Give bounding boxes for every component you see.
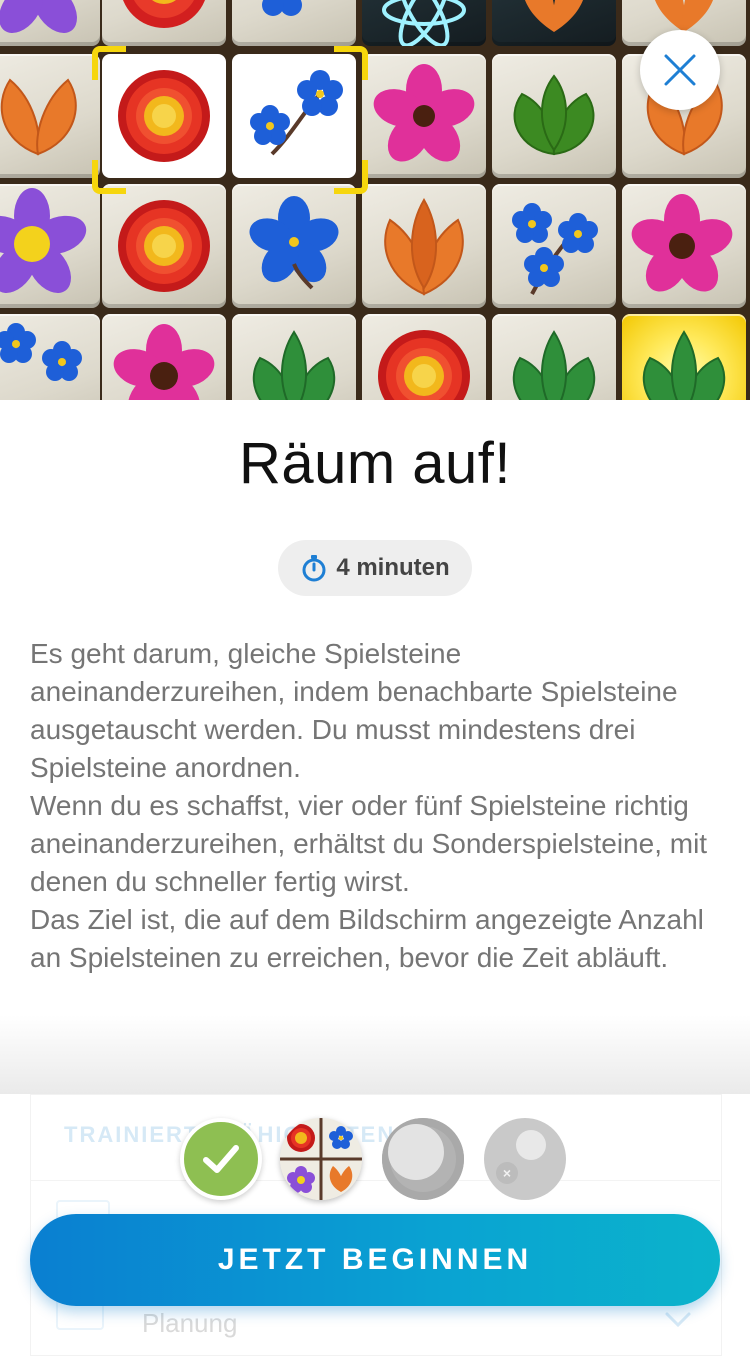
selection-bracket	[92, 46, 126, 80]
progress-step-locked	[382, 1118, 464, 1200]
close-icon	[664, 54, 696, 86]
description-paragraph: Wenn du es schaffst, vier oder fünf Spie…	[30, 790, 708, 897]
close-button[interactable]	[640, 30, 720, 110]
duration-label: 4 minuten	[336, 554, 450, 581]
description-paragraph: Es geht darum, gleiche Spielsteine anein…	[30, 638, 678, 783]
tile-red-daisy	[362, 314, 486, 400]
tile-red-daisy	[102, 0, 226, 46]
tile-blue-flower	[232, 0, 356, 46]
tile-purple-flower	[0, 184, 100, 308]
tile-atom-special	[362, 0, 486, 46]
selection-bracket	[92, 160, 126, 194]
tile-purple-flower	[0, 0, 100, 46]
tile-orange-leaves	[0, 54, 100, 178]
tile-pink-flower	[102, 314, 226, 400]
checkmark-icon	[203, 1145, 239, 1173]
skill-label: Planung	[142, 1308, 238, 1338]
tile-pink-flower	[362, 54, 486, 178]
stopwatch-icon	[302, 555, 326, 582]
start-now-button[interactable]: JETZT BEGINNEN	[30, 1214, 720, 1306]
tile-blue-flower	[232, 184, 356, 308]
scroll-fade	[0, 1015, 750, 1095]
tile-glow-special	[622, 314, 746, 400]
chevron-down-icon[interactable]	[664, 1310, 692, 1330]
bubbles-icon	[516, 1130, 546, 1160]
duration-badge: 4 minuten	[278, 540, 472, 596]
empty-circle-icon	[388, 1124, 444, 1180]
progress-step-current	[280, 1118, 362, 1200]
selection-bracket	[334, 160, 368, 194]
tile-pink-flower	[622, 184, 746, 308]
progress-step-completed	[180, 1118, 262, 1200]
x-icon: ×	[496, 1162, 518, 1184]
tile-green-leaves	[232, 314, 356, 400]
tile-orange-leaves	[362, 184, 486, 308]
tile-blue-flower	[492, 184, 616, 308]
selection-bracket	[334, 46, 368, 80]
progress-step-locked: ×	[484, 1118, 566, 1200]
tile-blue-flower	[0, 314, 100, 400]
tile-green-leaves	[492, 314, 616, 400]
tile-green-leaves	[492, 54, 616, 178]
game-thumbnail-icon	[280, 1118, 362, 1200]
tile-red-daisy	[102, 184, 226, 308]
tile-orange-leaves	[492, 0, 616, 46]
game-title: Räum auf!	[238, 431, 512, 496]
game-preview-banner	[0, 0, 750, 400]
game-description: Es geht darum, gleiche Spielsteine anein…	[30, 635, 720, 977]
description-paragraph: Das Ziel ist, die auf dem Bildschirm ang…	[30, 904, 704, 973]
